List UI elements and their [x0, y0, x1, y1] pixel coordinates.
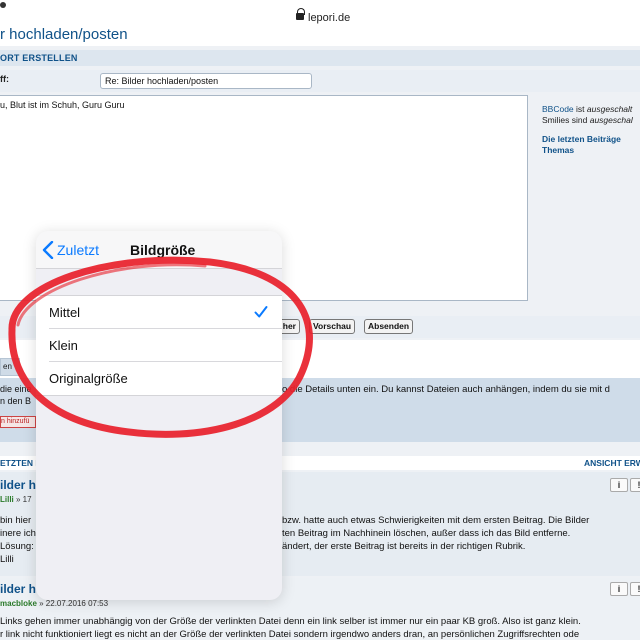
info-icon[interactable]: i	[610, 478, 628, 492]
lock-icon	[296, 8, 305, 20]
size-option-label: Originalgröße	[49, 371, 128, 386]
post-line: bzw. hatte auch etwas Schwierigkeiten mi…	[282, 515, 590, 526]
attachments-text-left-1: die eine	[0, 384, 32, 394]
subject-row	[0, 70, 640, 92]
page-title: r hochladen/posten	[0, 24, 640, 46]
post-line: inere ich	[0, 528, 36, 539]
post-meta: macbloke » 22.07.2016 07:53	[0, 599, 108, 608]
add-file-button[interactable]: n hinzufü	[0, 416, 36, 428]
post-line: r link nicht funktioniert liegt es nicht…	[0, 629, 580, 640]
subject-label: ff:	[0, 74, 9, 84]
editor-text: u, Blut ist im Schuh, Guru Guru	[0, 100, 125, 110]
post-line: Links gehen immer unabhängig von der Grö…	[0, 616, 581, 627]
image-size-popover: Zuletzt Bildgröße Mittel Klein Originalg…	[36, 231, 282, 600]
post-line: ten Beitrag im Nachhinein löschen, außer…	[282, 528, 571, 539]
size-option-label: Klein	[49, 338, 78, 353]
post-title[interactable]: ilder h	[0, 582, 36, 596]
back-button[interactable]: Zuletzt	[42, 239, 99, 261]
post-line: ändert, der erste Beitrag ist bereits in…	[282, 541, 526, 552]
size-option-small[interactable]: Klein	[36, 329, 282, 362]
expand-view-link[interactable]: ANSICHT ERW	[584, 456, 640, 470]
info-icon[interactable]: i	[610, 582, 628, 596]
post-meta: Lilli » 17	[0, 495, 32, 504]
popover-nav-bar: Zuletzt Bildgröße	[36, 231, 282, 269]
checkmark-icon	[254, 306, 268, 318]
back-button-label: Zuletzt	[57, 242, 100, 258]
attachments-hint: o die Details unten ein. Du kannst Datei…	[282, 384, 610, 395]
size-option-list: Mittel Klein Originalgröße	[36, 295, 282, 396]
topics-link[interactable]: Themas	[542, 145, 633, 156]
smilies-prefix: Smilies sind	[542, 115, 590, 125]
subject-input[interactable]: Re: Bilder hochladen/posten	[100, 73, 312, 89]
size-option-original[interactable]: Originalgröße	[36, 362, 282, 395]
size-option-medium[interactable]: Mittel	[36, 296, 282, 329]
status-dot-icon	[0, 2, 6, 8]
quote-icon[interactable]: !	[630, 582, 640, 596]
preview-button[interactable]: Vorschau	[309, 319, 356, 334]
post-line: Lilli	[0, 554, 14, 565]
bbcode-rest: ist	[573, 104, 587, 114]
post-date: » 22.07.2016 07:53	[36, 599, 109, 608]
bbcode-link[interactable]: BBCode	[542, 104, 574, 114]
last-posts-link[interactable]: Die letzten Beiträge	[542, 134, 633, 145]
section-header: ORT ERSTELLEN	[0, 50, 640, 66]
post-author[interactable]: Lilli	[0, 495, 14, 504]
chevron-left-icon	[42, 241, 54, 259]
attachments-hint-text: Details unten ein. Du kannst Dateien auc…	[305, 384, 610, 395]
attachments-hint-prefix: o die	[282, 384, 303, 395]
post-title[interactable]: ilder h	[0, 478, 36, 492]
popover-title: Bildgröße	[130, 242, 196, 258]
tab-label: en	[3, 362, 12, 371]
post-author[interactable]: macbloke	[0, 599, 37, 608]
size-option-label: Mittel	[49, 305, 81, 320]
post-line: Lösung:	[0, 541, 34, 552]
post-line: bin hier	[0, 515, 32, 526]
submit-button[interactable]: Absenden	[364, 319, 414, 334]
tab-attachments[interactable]: en	[0, 358, 20, 376]
posting-info-sidebar: BBCode ist ausgeschalt Smilies sind ausg…	[542, 104, 633, 156]
address-url[interactable]: lepori.de	[308, 12, 350, 24]
smilies-state: ausgeschal	[589, 115, 633, 125]
attachments-text-left-2: n den B	[0, 396, 32, 406]
bbcode-state: ausgeschalt	[586, 104, 633, 114]
quote-icon[interactable]: !	[630, 478, 640, 492]
post-date: » 17	[13, 495, 32, 504]
